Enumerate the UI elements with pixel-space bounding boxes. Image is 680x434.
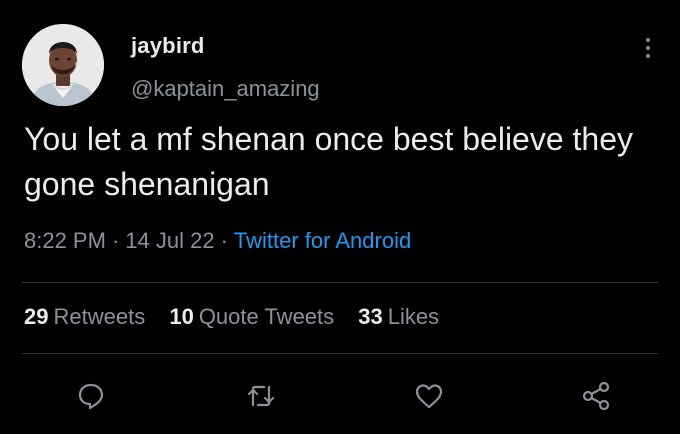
more-options-icon[interactable] <box>638 36 658 60</box>
likes-label: Likes <box>387 304 440 329</box>
tweet-text: You let a mf shenan once best believe th… <box>24 121 634 202</box>
engagement-stats: 29 Retweets 10 Quote Tweets 33 Likes <box>24 304 457 330</box>
quote-tweets-count: 10 <box>169 304 194 329</box>
reply-icon <box>78 383 104 410</box>
profile-photo-icon <box>22 24 104 106</box>
tweet-time[interactable]: 8:22 PM <box>24 228 106 253</box>
divider <box>22 282 658 283</box>
tweet-date[interactable]: 14 Jul 22 <box>125 228 214 253</box>
tweet: jaybird @kaptain_amazing You let a mf sh… <box>0 0 680 434</box>
quote-tweets-stat[interactable]: 10 Quote Tweets <box>169 304 334 329</box>
display-name[interactable]: jaybird <box>131 33 205 59</box>
divider <box>22 353 658 354</box>
tweet-metadata: 8:22 PM · 14 Jul 22 · Twitter for Android <box>24 228 411 254</box>
reply-button[interactable] <box>75 380 107 412</box>
likes-stat[interactable]: 33 Likes <box>358 304 439 329</box>
quote-tweets-label: Quote Tweets <box>198 304 335 329</box>
retweets-stat[interactable]: 29 Retweets <box>24 304 145 329</box>
retweet-icon <box>247 385 275 407</box>
share-button[interactable] <box>580 380 612 412</box>
user-handle[interactable]: @kaptain_amazing <box>131 76 320 102</box>
meta-separator: · <box>220 228 228 253</box>
retweet-button[interactable] <box>245 380 277 412</box>
retweets-label: Retweets <box>53 304 146 329</box>
share-icon <box>582 381 610 411</box>
avatar[interactable] <box>22 24 104 106</box>
like-button[interactable] <box>413 380 445 412</box>
likes-count: 33 <box>358 304 383 329</box>
tweet-source-link[interactable]: Twitter for Android <box>234 228 411 253</box>
meta-separator: · <box>111 228 120 253</box>
retweets-count: 29 <box>24 304 49 329</box>
heart-icon <box>415 384 443 409</box>
